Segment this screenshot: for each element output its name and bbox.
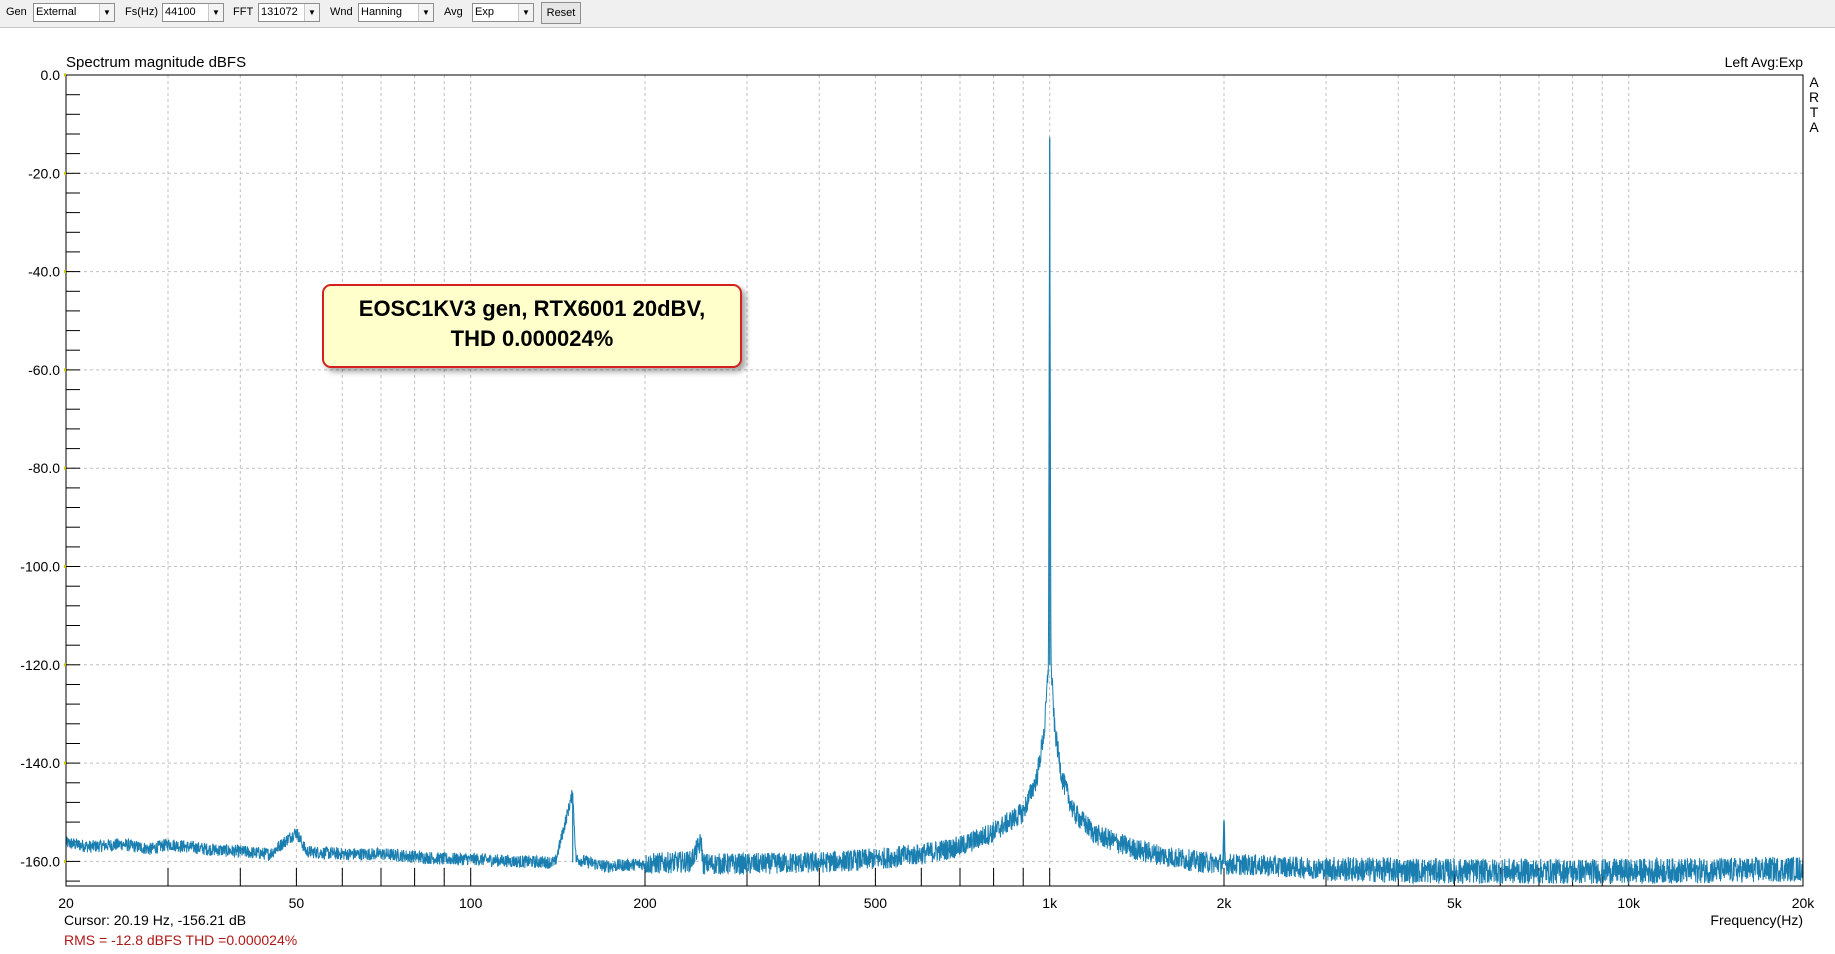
y-tick-label: -100.0 xyxy=(20,559,60,575)
chevron-down-icon: ▼ xyxy=(418,4,433,21)
channel-label: Left Avg:Exp xyxy=(1725,54,1804,70)
side-label-letter: A xyxy=(1809,119,1819,135)
x-tick-label: 10k xyxy=(1617,895,1641,911)
spectrum-trace xyxy=(65,136,1804,885)
x-tick-label: 20k xyxy=(1792,895,1816,911)
y-tick-label: -20.0 xyxy=(28,165,60,181)
fs-select[interactable]: 44100 ▼ xyxy=(162,3,224,22)
minor-ticks xyxy=(66,74,1630,886)
annotation-line-1: EOSC1KV3 gen, RTX6001 20dBV, xyxy=(358,296,706,321)
wnd-select[interactable]: Hanning ▼ xyxy=(358,3,434,22)
wnd-label: Wnd xyxy=(330,6,353,18)
side-label-letter: T xyxy=(1810,104,1819,120)
spectrum-chart[interactable]: 0.0 -20.0 -40.0 -60.0 -80.0 -100.0 -120.0 -140.… xyxy=(0,28,1835,954)
side-label-letter: R xyxy=(1809,89,1819,105)
fs-label: Fs(Hz) xyxy=(125,6,158,18)
y-tick-label: -120.0 xyxy=(20,657,60,673)
chevron-down-icon: ▼ xyxy=(518,4,533,21)
annotation-line-2: THD 0.000024% xyxy=(450,326,614,351)
avg-value: Exp xyxy=(475,6,494,18)
gen-label: Gen xyxy=(6,6,27,18)
x-tick-label: 5k xyxy=(1447,895,1463,911)
fft-value: 131072 xyxy=(261,6,298,18)
x-tick-label: 200 xyxy=(633,895,657,911)
plot-frame xyxy=(65,74,1804,887)
cursor-readout: Cursor: 20.19 Hz, -156.21 dB xyxy=(64,912,247,928)
gen-select[interactable]: External ▼ xyxy=(33,3,115,22)
avg-select[interactable]: Exp ▼ xyxy=(472,3,534,22)
reset-button[interactable]: Reset xyxy=(541,2,581,24)
y-axis-labels: 0.0 -20.0 -40.0 -60.0 -80.0 -100.0 -120.0 -140.… xyxy=(20,67,66,869)
chevron-down-icon: ▼ xyxy=(304,4,319,21)
x-tick-label: 500 xyxy=(864,895,888,911)
trace-layer xyxy=(65,136,1804,885)
side-label-letter: A xyxy=(1809,74,1819,90)
side-label: ARTA xyxy=(1809,74,1819,135)
fs-value: 44100 xyxy=(165,6,196,18)
toolbar: Gen External ▼ Fs(Hz) 44100 ▼ FFT 131072… xyxy=(0,0,1835,28)
y-tick-label: 0.0 xyxy=(41,67,61,83)
y-tick-label: -80.0 xyxy=(28,460,60,476)
y-tick-label: -60.0 xyxy=(28,362,60,378)
x-tick-label: 2k xyxy=(1217,895,1233,911)
rms-thd-readout: RMS = -12.8 dBFS THD =0.000024% xyxy=(64,932,298,948)
y-tick-label: -140.0 xyxy=(20,755,60,771)
fft-select[interactable]: 131072 ▼ xyxy=(258,3,320,22)
x-tick-label: 100 xyxy=(459,895,483,911)
annotation-box: EOSC1KV3 gen, RTX6001 20dBV, THD 0.00002… xyxy=(322,284,742,368)
fft-label: FFT xyxy=(233,6,254,18)
y-tick-label: -160.0 xyxy=(20,853,60,869)
chevron-down-icon: ▼ xyxy=(208,4,223,21)
x-axis-title: Frequency(Hz) xyxy=(1710,912,1803,928)
grid xyxy=(66,75,1803,886)
x-tick-label: 20 xyxy=(58,895,74,911)
x-tick-label: 50 xyxy=(289,895,305,911)
x-axis-labels: 20 50 100 200 500 1k 2k 5k 10k 20k xyxy=(58,895,1815,911)
chart-title: Spectrum magnitude dBFS xyxy=(66,54,246,71)
wnd-value: Hanning xyxy=(361,6,402,18)
gen-value: External xyxy=(36,6,77,18)
avg-label: Avg xyxy=(444,6,463,18)
x-tick-label: 1k xyxy=(1042,895,1058,911)
chevron-down-icon: ▼ xyxy=(99,4,114,21)
y-tick-label: -40.0 xyxy=(28,264,60,280)
